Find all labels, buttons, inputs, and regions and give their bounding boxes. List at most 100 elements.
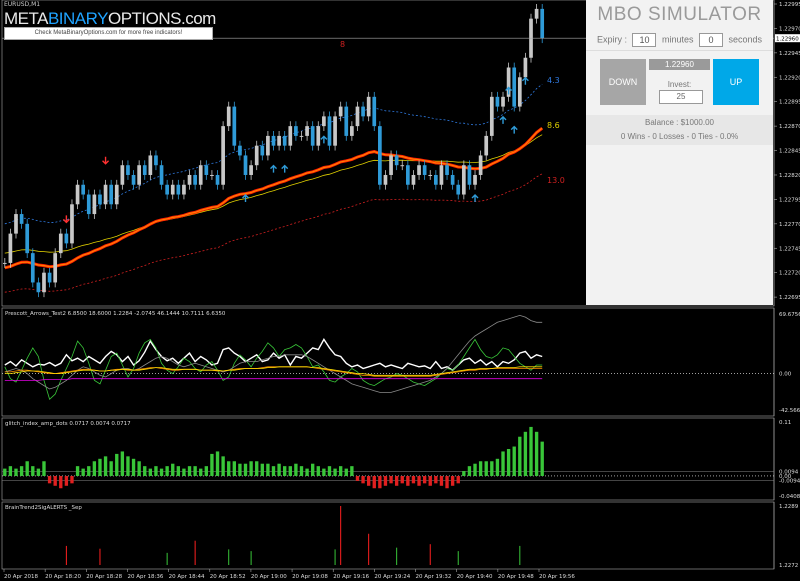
histogram-bar bbox=[422, 475, 427, 484]
histogram-bar bbox=[428, 475, 432, 486]
histogram-bar bbox=[283, 466, 287, 476]
histogram-bar bbox=[344, 468, 348, 476]
candle-body bbox=[165, 184, 169, 195]
histogram-bar bbox=[42, 461, 46, 476]
candle-body bbox=[501, 96, 505, 107]
braintrend-panel[interactable]: BrainTrend2SigALERTS _Sep 1.2289 1.2272 bbox=[5, 504, 799, 569]
candle-body bbox=[473, 174, 477, 185]
up-arrow-icon bbox=[510, 125, 518, 134]
histogram-bar bbox=[456, 475, 460, 484]
candle-body bbox=[417, 165, 421, 175]
x-tick-label: 20 Apr 19:40 bbox=[457, 574, 493, 580]
histogram-bar bbox=[232, 461, 236, 476]
y-tick-label: 1.2289 bbox=[779, 504, 799, 510]
oscillator-line bbox=[4, 366, 543, 377]
histogram-bar bbox=[210, 453, 214, 476]
candle-body bbox=[204, 165, 209, 175]
histogram-bar bbox=[31, 466, 35, 476]
histogram-bar bbox=[171, 463, 175, 476]
x-tick-label: 20 Apr 19:48 bbox=[498, 574, 534, 580]
histogram-bar bbox=[193, 466, 197, 476]
candle-body bbox=[86, 194, 91, 215]
down-arrow-icon bbox=[102, 156, 110, 165]
y-tick-label: 1.2272 bbox=[779, 563, 798, 569]
candle-body bbox=[333, 116, 337, 146]
histogram-bar bbox=[350, 466, 354, 476]
candle-body bbox=[299, 135, 304, 137]
candle-body bbox=[114, 184, 119, 205]
histogram-bar bbox=[294, 463, 298, 476]
histogram-bar bbox=[361, 475, 365, 484]
candle-body bbox=[439, 165, 444, 185]
candle-body bbox=[58, 233, 63, 254]
y-tick-label: 1.22845 bbox=[779, 149, 800, 155]
histogram-bar bbox=[137, 461, 141, 476]
histogram-bar bbox=[478, 461, 483, 476]
watermark-link[interactable]: Check MetaBinaryOptions.com for more fre… bbox=[4, 27, 213, 40]
histogram-bar bbox=[506, 448, 511, 476]
candle-body bbox=[355, 106, 360, 127]
histogram-bar bbox=[355, 475, 360, 481]
histogram-bar bbox=[64, 475, 69, 486]
histogram-bar bbox=[439, 475, 444, 486]
panel-border bbox=[1, 307, 775, 417]
candle-body bbox=[42, 272, 46, 293]
histogram-bar bbox=[484, 461, 488, 476]
candle-body bbox=[154, 155, 158, 166]
y-tick-label: 69.6756 bbox=[779, 312, 800, 318]
histogram-bar bbox=[98, 458, 102, 476]
histogram-bar bbox=[450, 475, 455, 486]
up-button[interactable]: UP bbox=[713, 59, 759, 105]
line-value-label: 13.0 bbox=[547, 176, 565, 185]
candle-body bbox=[2, 262, 7, 264]
histogram-bar bbox=[204, 466, 209, 476]
panel-title: Prescott_Arrows_Test2 6.8500 18.6000 1.2… bbox=[5, 311, 226, 317]
histogram-bar bbox=[154, 466, 158, 476]
candle-body bbox=[238, 145, 242, 156]
histogram-bar bbox=[36, 468, 41, 476]
expiry-minutes-input[interactable]: 10 bbox=[632, 33, 657, 47]
candle-body bbox=[338, 106, 343, 117]
x-tick-label: 20 Apr 18:28 bbox=[86, 574, 122, 580]
candle-body bbox=[215, 174, 220, 185]
candle-body bbox=[282, 135, 287, 146]
candle-body bbox=[517, 77, 522, 107]
up-arrow-icon bbox=[471, 193, 479, 202]
histogram-bar bbox=[14, 468, 18, 476]
histogram-bar bbox=[338, 466, 343, 476]
candle-body bbox=[456, 184, 461, 195]
invest-input[interactable]: 25 bbox=[659, 90, 703, 104]
histogram-bar bbox=[299, 466, 304, 476]
candle-body bbox=[64, 233, 69, 244]
candle-body bbox=[36, 282, 41, 293]
histogram-bar bbox=[260, 463, 264, 476]
up-arrow-icon bbox=[270, 164, 277, 173]
histogram-bar bbox=[316, 466, 320, 476]
histogram-bar bbox=[109, 461, 113, 476]
histogram-bar bbox=[199, 468, 203, 476]
glitch-panel[interactable]: glitch_index_amp_dots 0.0717 0.0074 0.07… bbox=[2, 420, 800, 500]
candle-body bbox=[372, 96, 377, 127]
candle-body bbox=[47, 272, 52, 283]
x-tick-label: 20 Apr 18:44 bbox=[169, 574, 205, 580]
down-button[interactable]: DOWN bbox=[600, 59, 646, 105]
histogram-bar bbox=[277, 463, 281, 476]
logo-part-meta: META bbox=[4, 9, 48, 28]
candle-body bbox=[534, 8, 539, 19]
candle-body bbox=[210, 174, 214, 176]
candle-body bbox=[461, 165, 466, 195]
candle-body bbox=[187, 174, 192, 185]
histogram-bar bbox=[47, 475, 52, 484]
candle-body bbox=[378, 126, 382, 185]
histogram-bar bbox=[534, 431, 539, 476]
prescott-panel[interactable]: Prescott_Arrows_Test2 6.8500 18.6000 1.2… bbox=[2, 311, 800, 414]
candle-body bbox=[406, 165, 410, 185]
y-tick-label: 1.22945 bbox=[779, 51, 800, 57]
x-tick-label: 20 Apr 19:00 bbox=[251, 574, 287, 580]
y-tick-label: 1.22995 bbox=[779, 2, 800, 8]
expiry-seconds-input[interactable]: 0 bbox=[699, 33, 724, 47]
histogram-bar bbox=[311, 463, 315, 476]
candle-body bbox=[226, 106, 231, 127]
histogram-bar bbox=[243, 463, 248, 476]
candle-body bbox=[159, 165, 164, 185]
